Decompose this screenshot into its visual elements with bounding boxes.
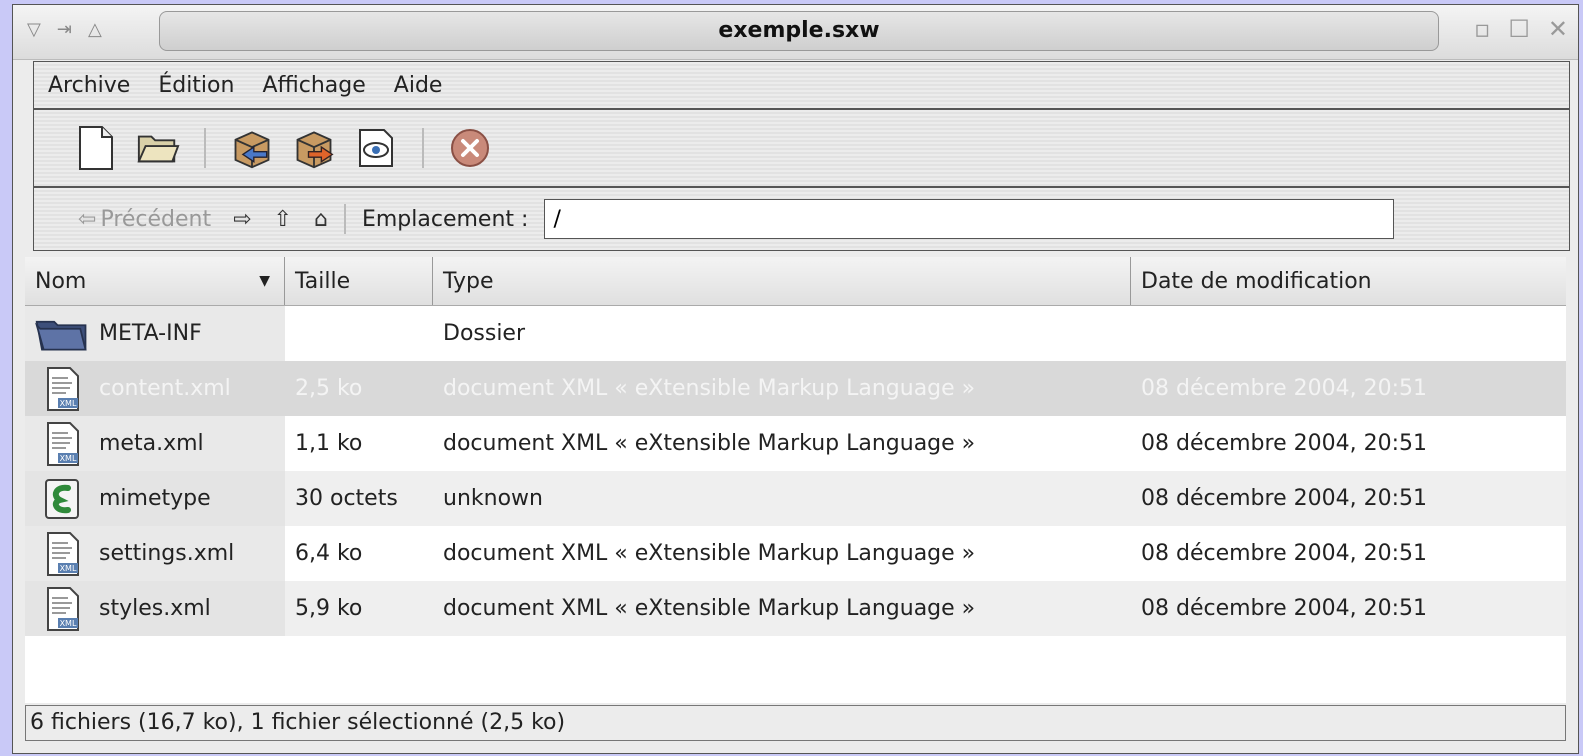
location-input[interactable] [544, 199, 1395, 239]
column-header-name[interactable]: Nom ▼ [25, 257, 285, 305]
svg-text:XML: XML [60, 564, 77, 573]
sort-descending-icon: ▼ [259, 273, 270, 289]
file-size: 2,5 ko [295, 376, 363, 401]
open-archive-button[interactable] [136, 124, 180, 172]
up-button[interactable]: ⇧ [274, 207, 292, 232]
add-files-button[interactable] [230, 124, 274, 172]
file-date: 08 décembre 2004, 20:51 [1141, 541, 1427, 566]
home-icon: ⌂ [314, 206, 328, 232]
close-icon[interactable]: ✕ [1548, 15, 1568, 43]
menu-archive[interactable]: Archive [48, 73, 130, 98]
file-name-cell: XML styles.xml [25, 581, 285, 636]
menu-bar: Archive Édition Affichage Aide [33, 61, 1570, 109]
unknown-file-icon [35, 477, 89, 521]
file-size: 6,4 ko [295, 541, 363, 566]
menu-aide[interactable]: Aide [394, 73, 443, 98]
file-type: document XML « eXtensible Markup Languag… [443, 596, 976, 621]
back-button[interactable]: ⇦ Précédent [78, 207, 211, 232]
title-bar[interactable]: ▽ ⇥ △ exemple.sxw ▫ ☐ ✕ [13, 5, 1578, 60]
file-date: 08 décembre 2004, 20:51 [1141, 596, 1427, 621]
file-name: settings.xml [99, 541, 235, 566]
file-size: 30 octets [295, 486, 398, 511]
file-size: 5,9 ko [295, 596, 363, 621]
file-name-cell: XML settings.xml [25, 526, 285, 581]
status-bar: 6 fichiers (16,7 ko), 1 fichier sélectio… [25, 705, 1566, 741]
new-archive-button[interactable] [74, 124, 118, 172]
file-date: 08 décembre 2004, 20:51 [1141, 376, 1427, 401]
title-bar-left-buttons: ▽ ⇥ △ [27, 19, 102, 40]
xml-file-icon: XML [35, 366, 89, 411]
menu-edition[interactable]: Édition [158, 73, 234, 98]
location-label: Emplacement : [361, 206, 529, 232]
stop-icon [451, 129, 489, 167]
box-extract-icon [296, 131, 334, 169]
view-file-button[interactable] [354, 124, 398, 172]
file-name-cell: XML meta.xml [25, 416, 285, 471]
file-date: 08 décembre 2004, 20:51 [1141, 486, 1427, 511]
new-document-icon [79, 126, 113, 170]
menu-affichage[interactable]: Affichage [262, 73, 365, 98]
svg-text:XML: XML [60, 454, 77, 463]
file-list: Nom ▼ Taille Type Date de modification M… [25, 257, 1566, 703]
file-type: document XML « eXtensible Markup Languag… [443, 431, 976, 456]
forward-arrow-icon: ⇨ [233, 206, 252, 232]
stop-button[interactable] [448, 124, 492, 172]
toolbar-separator [204, 128, 206, 168]
maximize-icon[interactable]: ☐ [1508, 15, 1530, 43]
column-header-size[interactable]: Taille [285, 257, 433, 305]
file-row[interactable]: mimetype 30 octets unknown 08 décembre 2… [25, 471, 1566, 526]
file-name: mimetype [99, 486, 211, 511]
file-name: styles.xml [99, 596, 211, 621]
back-label: Précédent [100, 206, 212, 232]
title-bar-right-buttons: ▫ ☐ ✕ [1474, 15, 1568, 43]
file-row[interactable]: XML styles.xml 5,9 ko document XML « eXt… [25, 581, 1566, 636]
stick-icon[interactable]: ⇥ [57, 19, 72, 40]
column-header-date[interactable]: Date de modification [1131, 257, 1566, 305]
view-eye-icon [359, 129, 393, 167]
back-arrow-icon: ⇦ [78, 206, 97, 232]
column-header-name-label: Nom [35, 268, 87, 294]
svg-text:XML: XML [60, 619, 77, 628]
toolbar [33, 109, 1570, 187]
open-folder-icon [137, 135, 180, 163]
file-type: document XML « eXtensible Markup Languag… [443, 376, 976, 401]
xml-file-icon: XML [35, 421, 89, 466]
column-headers: Nom ▼ Taille Type Date de modification [25, 257, 1566, 306]
file-name-cell: mimetype [25, 471, 285, 526]
file-row-selected[interactable]: XML content.xml 2,5 ko document XML « eX… [25, 361, 1566, 416]
file-row[interactable]: XML meta.xml 1,1 ko document XML « eXten… [25, 416, 1566, 471]
extract-button[interactable] [292, 124, 336, 172]
minimize-icon[interactable]: ▫ [1474, 15, 1490, 43]
window-menu-icon[interactable]: ▽ [27, 19, 41, 40]
toolbar-separator [422, 128, 424, 168]
home-button[interactable]: ⌂ [314, 207, 328, 232]
file-type: unknown [443, 486, 543, 511]
location-separator [343, 204, 346, 234]
column-header-type[interactable]: Type [433, 257, 1131, 305]
file-name: content.xml [99, 376, 231, 401]
file-row[interactable]: XML settings.xml 6,4 ko document XML « e… [25, 526, 1566, 581]
file-name: META-INF [99, 321, 202, 346]
archive-manager-window: ▽ ⇥ △ exemple.sxw ▫ ☐ ✕ Archive Édition … [12, 4, 1579, 754]
location-bar: ⇦ Précédent ⇨ ⇧ ⌂ Emplacement : [33, 187, 1570, 251]
shade-icon[interactable]: △ [88, 19, 102, 40]
window-title: exemple.sxw [159, 11, 1439, 51]
folder-icon [35, 312, 89, 356]
file-type: document XML « eXtensible Markup Languag… [443, 541, 976, 566]
file-name: meta.xml [99, 431, 204, 456]
box-add-icon [234, 131, 270, 169]
svg-text:XML: XML [60, 399, 77, 408]
file-name-cell: XML content.xml [25, 361, 285, 416]
file-size: 1,1 ko [295, 431, 363, 456]
file-date: 08 décembre 2004, 20:51 [1141, 431, 1427, 456]
up-arrow-icon: ⇧ [273, 206, 292, 232]
xml-file-icon: XML [35, 531, 89, 576]
forward-button[interactable]: ⇨ [233, 207, 251, 232]
xml-file-icon: XML [35, 586, 89, 631]
file-row[interactable]: META-INF Dossier [25, 306, 1566, 361]
file-type: Dossier [443, 321, 526, 346]
file-name-cell: META-INF [25, 306, 285, 361]
